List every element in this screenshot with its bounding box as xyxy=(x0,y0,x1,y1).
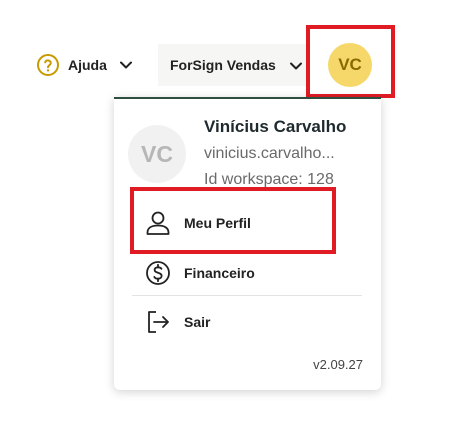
help-label: Ajuda xyxy=(68,57,107,73)
top-bar: Ajuda ForSign Vendas VC xyxy=(0,0,456,100)
workspace-label: ForSign Vendas xyxy=(170,57,276,73)
menu-item-label: Financeiro xyxy=(184,265,255,281)
menu-item-logout[interactable]: Sair xyxy=(114,304,381,340)
app-version: v2.09.27 xyxy=(313,357,363,372)
user-name: Vinícius Carvalho xyxy=(204,117,347,136)
menu-item-my-profile[interactable]: Meu Perfil xyxy=(114,205,381,241)
logout-icon xyxy=(148,311,169,333)
avatar: VC xyxy=(128,125,186,183)
dollar-circle-icon xyxy=(146,261,170,285)
user-email: vinicius.carvalho... xyxy=(204,145,335,162)
workspace-selector[interactable]: ForSign Vendas xyxy=(158,44,308,86)
help-menu-button[interactable]: Ajuda xyxy=(36,52,133,78)
menu-item-financial[interactable]: Financeiro xyxy=(114,255,381,291)
chevron-down-icon xyxy=(290,62,302,70)
help-circle-icon xyxy=(37,54,59,76)
menu-divider xyxy=(132,295,362,296)
user-icon xyxy=(146,211,170,235)
user-dropdown-menu: VC Vinícius Carvalho vinicius.carvalho..… xyxy=(114,97,381,390)
menu-item-label: Meu Perfil xyxy=(184,215,251,231)
workspace-id: Id workspace: 128 xyxy=(204,171,334,188)
chevron-down-icon xyxy=(119,61,132,69)
menu-item-label: Sair xyxy=(184,314,211,330)
user-avatar-button[interactable]: VC xyxy=(328,43,372,87)
